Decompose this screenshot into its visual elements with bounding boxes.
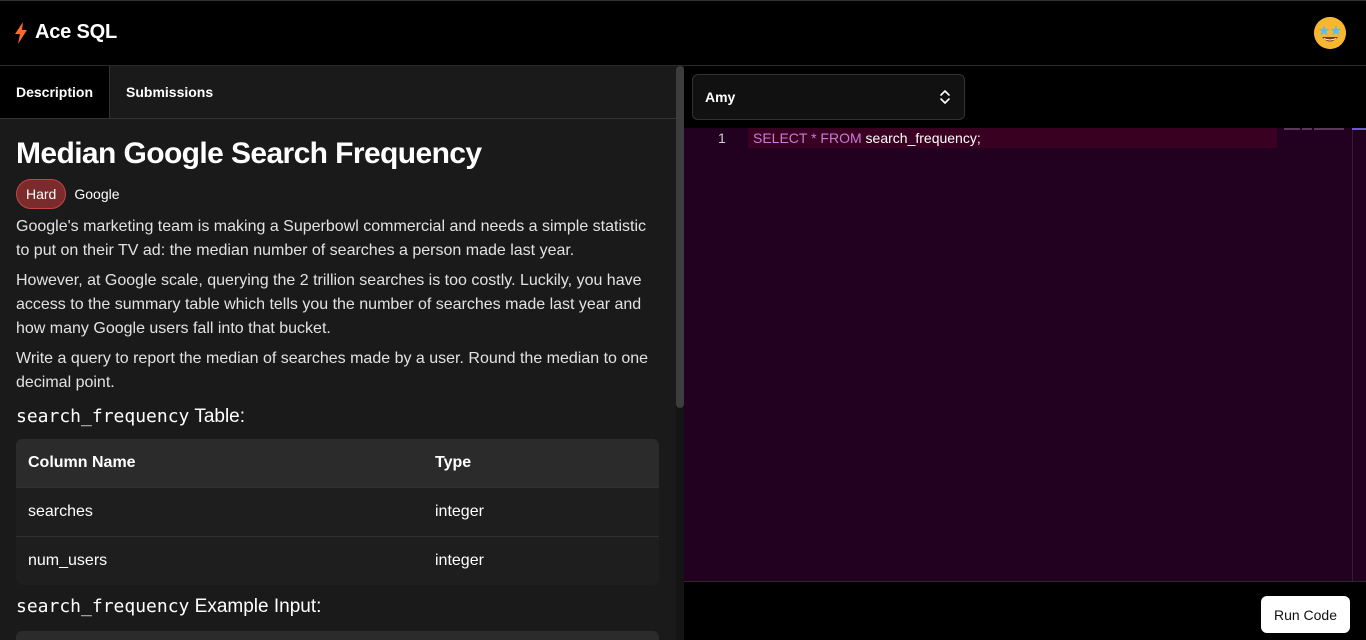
example-heading-suffix: Example Input: bbox=[189, 596, 322, 617]
schema-heading-suffix: Table: bbox=[189, 406, 246, 427]
table-row: num_users integer bbox=[16, 536, 659, 585]
editor-actions-bar: Run Code bbox=[684, 581, 1366, 640]
description-paragraph-1: Google's marketing team is making a Supe… bbox=[16, 218, 646, 259]
example-heading: search_frequency Example Input: bbox=[16, 593, 660, 621]
column-type-cell: integer bbox=[435, 503, 484, 520]
scrollbar-marker bbox=[1352, 128, 1366, 130]
editor-minimap[interactable] bbox=[1284, 128, 1344, 131]
schema-table-name: search_frequency bbox=[16, 406, 190, 427]
problem-panel: Description Submissions Median Google Se… bbox=[0, 66, 684, 640]
app-title: Ace SQL bbox=[35, 21, 117, 43]
problem-tabs: Description Submissions bbox=[0, 66, 676, 119]
editor-scrollbar[interactable] bbox=[1352, 128, 1366, 581]
table-row: searches integer bbox=[16, 487, 659, 536]
code-line[interactable]: SELECT * FROM search_frequency; bbox=[753, 130, 981, 146]
tab-submissions[interactable]: Submissions bbox=[110, 66, 229, 118]
brand-logo[interactable]: Ace SQL bbox=[14, 21, 117, 44]
column-name-cell: searches bbox=[28, 503, 93, 520]
schema-table: Column Name Type searches integer num_us… bbox=[16, 439, 659, 585]
column-type-cell: integer bbox=[435, 552, 484, 569]
schema-heading: search_frequency Table: bbox=[16, 403, 660, 431]
sql-identifier: search_frequency; bbox=[861, 130, 981, 146]
description-paragraph-2: However, at Google scale, querying the 2… bbox=[16, 272, 642, 337]
schema-table-header: Column Name Type bbox=[16, 439, 659, 487]
run-code-button[interactable]: Run Code bbox=[1260, 596, 1350, 633]
example-table bbox=[16, 631, 659, 640]
column-name-cell: num_users bbox=[28, 552, 108, 569]
editor-panel: Amy 1 SELECT * FROM search_frequency; Ru… bbox=[684, 66, 1366, 640]
chevron-up-down-icon bbox=[940, 90, 950, 104]
user-avatar[interactable] bbox=[1314, 17, 1346, 49]
scrollbar-thumb[interactable] bbox=[676, 66, 684, 408]
description-paragraph-3: Write a query to report the median of se… bbox=[16, 350, 649, 391]
dialect-selected-value: Amy bbox=[705, 89, 736, 105]
problem-tags: Hard Google bbox=[16, 179, 660, 209]
example-table-name: search_frequency bbox=[16, 596, 190, 617]
star-struck-emoji-icon bbox=[1314, 17, 1346, 49]
tab-description[interactable]: Description bbox=[0, 66, 111, 118]
column-header-type: Type bbox=[435, 454, 472, 471]
problem-scrollbar[interactable] bbox=[676, 66, 684, 640]
line-number: 1 bbox=[718, 130, 726, 146]
column-header-name: Column Name bbox=[28, 454, 136, 471]
problem-title: Median Google Search Frequency bbox=[16, 137, 482, 170]
company-tag: Google bbox=[74, 186, 120, 202]
sql-keyword: SELECT * FROM bbox=[753, 130, 862, 146]
difficulty-badge: Hard bbox=[16, 179, 67, 209]
lightning-bolt-icon bbox=[15, 21, 27, 44]
top-bar: Ace SQL bbox=[0, 0, 1366, 66]
problem-description: Median Google Search Frequency Hard Goog… bbox=[16, 119, 660, 640]
sql-code-editor[interactable]: 1 SELECT * FROM search_frequency; bbox=[684, 128, 1366, 581]
dialect-select[interactable]: Amy bbox=[692, 74, 965, 120]
